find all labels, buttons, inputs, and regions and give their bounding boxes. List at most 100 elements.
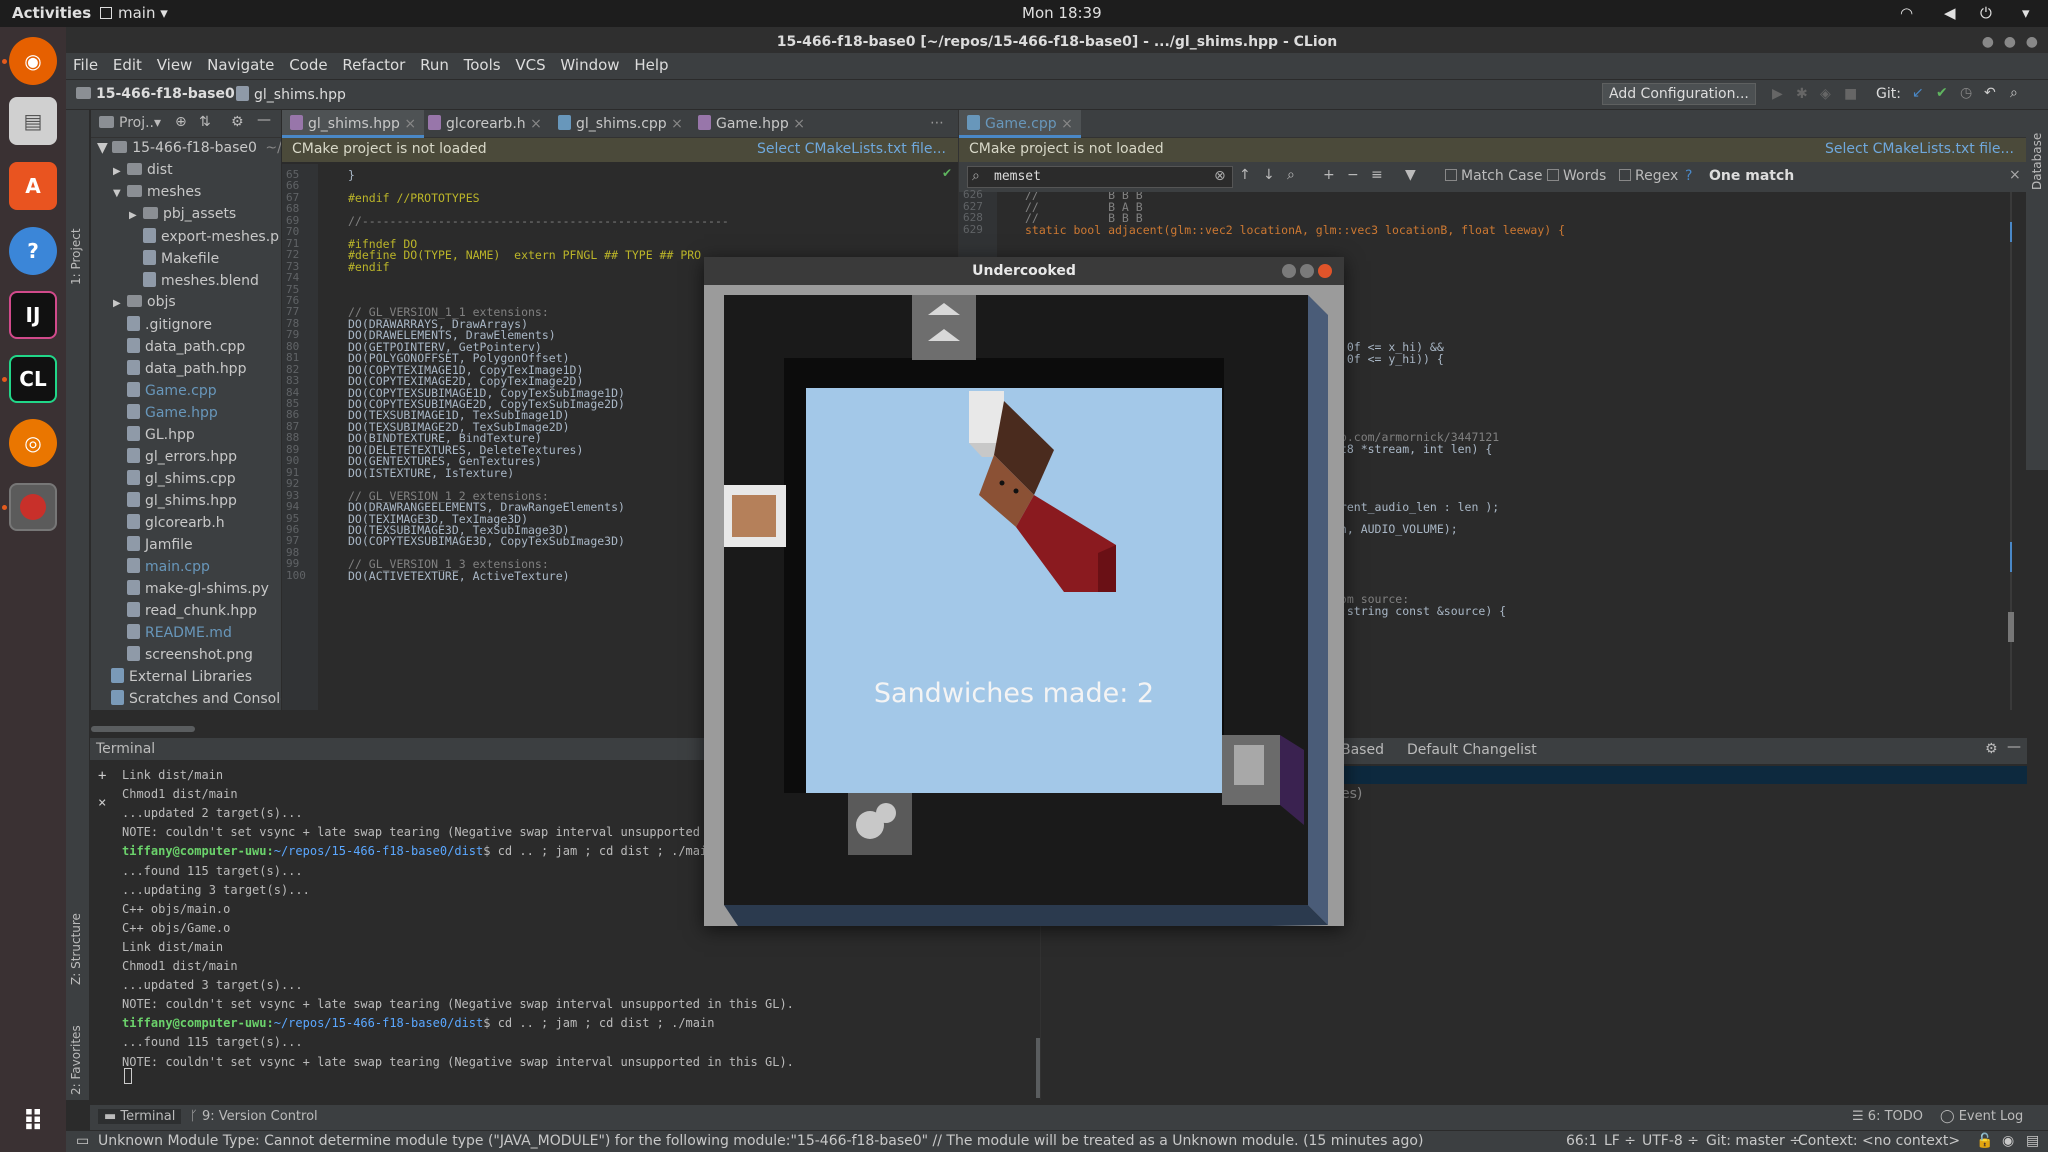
add-configuration-button[interactable]: Add Configuration... [1602,83,1756,105]
line-separator[interactable]: LF ÷ [1604,1133,1636,1149]
close-tab-icon[interactable]: × [1061,116,1073,132]
tab-game-hpp[interactable]: Game.hpp × [690,110,813,138]
game-title-bar[interactable]: Undercooked [704,257,1344,285]
close-tab-icon[interactable]: × [404,116,416,132]
add-selection-icon[interactable]: + [1323,167,1335,183]
software-center-icon[interactable]: A [9,162,57,210]
tree-item[interactable]: gl_shims.hpp [113,492,237,514]
tab-gl-shims-hpp[interactable]: gl_shims.hpp × [282,110,425,138]
tree-item[interactable]: GL.hpp [113,426,195,448]
breadcrumb-file[interactable]: gl_shims.hpp [236,86,346,103]
tree-item[interactable]: README.md [113,624,232,646]
status-message[interactable]: Unknown Module Type: Cannot determine mo… [98,1133,1538,1149]
menu-edit[interactable]: Edit [113,53,142,74]
breadcrumb-project[interactable]: 15-466-f18-base0 [76,86,235,102]
tree-item[interactable]: Scratches and Console [97,690,281,712]
tree-item[interactable]: Game.hpp [113,404,218,426]
next-occurrence-icon[interactable]: ↓ [1263,167,1275,183]
lock-icon[interactable]: 🔓 [1976,1133,1993,1149]
files-icon[interactable]: ▤ [9,97,57,145]
tree-item[interactable]: read_chunk.hpp [113,602,257,624]
project-view-selector[interactable]: Proj..▾ [99,115,161,131]
project-scrollbar[interactable] [91,726,281,734]
tree-item[interactable]: data_path.hpp [113,360,246,382]
close-icon[interactable] [1318,264,1332,278]
menu-help[interactable]: Help [634,53,668,74]
clear-search-icon[interactable]: ⊗ [1214,168,1226,184]
search-everywhere-icon[interactable]: ⌕ [2010,85,2018,101]
find-all-icon[interactable]: ⌕ [1287,167,1295,183]
select-cmakelists-link[interactable]: Select CMakeLists.txt file... [1825,141,2014,157]
tab-list-icon[interactable]: ⋯ [922,110,952,138]
debug-icon[interactable]: ✱ [1796,86,1808,102]
menu-view[interactable]: View [157,53,193,74]
blender-icon[interactable]: ◎ [9,419,57,467]
tree-item[interactable]: export-meshes.p [129,228,279,250]
locate-icon[interactable]: ⊕ [175,114,187,130]
favorites-tool-tab[interactable]: 2: Favorites [69,1025,83,1095]
tree-item[interactable]: Game.cpp [113,382,217,404]
gear-icon[interactable]: ⚙ [1985,741,1998,757]
gear-icon[interactable]: ⚙ [231,114,244,130]
search-input-value[interactable]: memset [994,169,1041,184]
menu-window[interactable]: Window [560,53,619,74]
tree-item[interactable]: gl_errors.hpp [113,448,237,470]
close-tab-icon[interactable]: × [793,116,805,132]
tree-item[interactable]: meshes.blend [129,272,259,294]
terminal-scrollbar[interactable] [1036,1038,1040,1098]
tree-item[interactable]: Makefile [129,250,219,272]
tree-item[interactable]: main.cpp [113,558,210,580]
previous-occurrence-icon[interactable]: ↑ [1239,167,1251,183]
menu-code[interactable]: Code [289,53,327,74]
tree-item[interactable]: ▶ objs [113,294,176,316]
tab-game-cpp[interactable]: Game.cpp × [959,110,1081,138]
menu-refactor[interactable]: Refactor [342,53,405,74]
intellij-icon[interactable]: IJ [9,291,57,339]
system-menu-chevron-icon[interactable]: ▾ [2022,4,2030,22]
run-icon[interactable]: ▶ [1772,86,1783,102]
expand-arrow-icon[interactable]: ▶ [113,298,127,309]
tree-item[interactable]: ▼ meshes [113,184,201,206]
menu-navigate[interactable]: Navigate [207,53,274,74]
remove-selection-icon[interactable]: − [1347,167,1359,183]
maximize-icon[interactable] [1300,264,1314,278]
clion-icon[interactable]: CL [9,355,57,403]
select-all-icon[interactable]: ≡ [1371,167,1383,183]
hide-icon[interactable]: — [2007,739,2021,755]
event-log-tool-tab[interactable]: ◯ Event Log [1940,1109,2023,1124]
firefox-icon[interactable]: ◉ [9,37,57,85]
search-field[interactable]: ⌕ memset ⊗ [967,166,1233,188]
help-icon[interactable]: ? [9,227,57,275]
expand-arrow-icon[interactable]: ▼ [113,188,127,199]
file-encoding[interactable]: UTF-8 ÷ [1642,1133,1699,1149]
tree-item[interactable]: ▶ pbj_assets [129,206,236,228]
filter-icon[interactable]: ▼ [1405,167,1416,183]
tree-item[interactable]: gl_shims.cpp [113,470,236,492]
project-tool-tab[interactable]: 1: Project [69,228,83,285]
minimize-icon[interactable] [1282,264,1296,278]
expand-arrow-icon[interactable]: ▶ [129,210,143,221]
todo-tool-tab[interactable]: ☰ 6: TODO [1852,1109,1923,1124]
close-tab-icon[interactable]: × [671,116,683,132]
inspector-icon[interactable]: ◉ [2002,1133,2014,1149]
clock[interactable]: Mon 18:39 [1022,4,1102,22]
tree-item[interactable]: glcorearb.h [113,514,225,536]
git-branch[interactable]: Git: master ÷ [1706,1133,1801,1149]
tree-item[interactable]: ▶ dist [113,162,173,184]
match-case-checkbox[interactable]: Match Case [1445,168,1542,184]
cursor-position[interactable]: 66:1 [1566,1133,1597,1149]
coverage-icon[interactable]: ◈ [1820,86,1831,102]
database-tool-tab[interactable]: Database [2030,133,2044,190]
vcs-update-icon[interactable]: ↙ [1912,85,1924,101]
expand-arrow-icon[interactable]: ▼ [97,140,108,156]
regex-checkbox[interactable]: Regex [1619,168,1678,184]
activities-button[interactable]: Activities [12,4,91,22]
structure-tool-tab[interactable]: Z: Structure [69,913,83,985]
vcs-history-icon[interactable]: ◷ [1960,85,1972,101]
vcs-tab-default-changelist[interactable]: Default Changelist [1407,742,1537,758]
stop-icon[interactable]: ■ [1844,86,1857,102]
menu-tools[interactable]: Tools [464,53,501,74]
game-window-icon[interactable] [9,483,57,531]
show-apps-grid-icon[interactable]: ⠿ [9,1097,57,1145]
vcs-tool-tab[interactable]: ᚴ 9: Version Control [190,1109,318,1124]
